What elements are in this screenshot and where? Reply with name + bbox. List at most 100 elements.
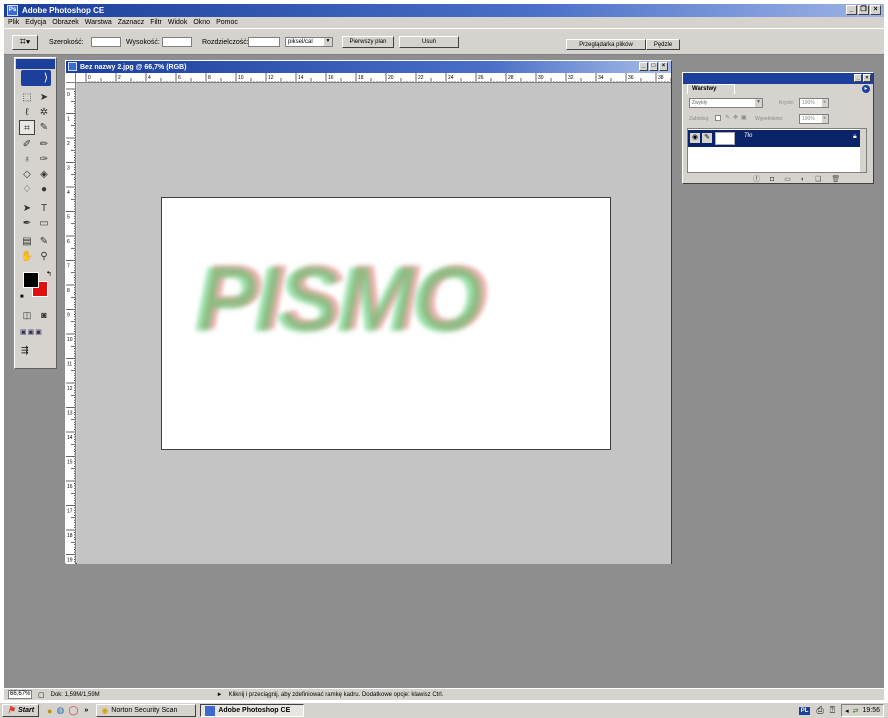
lock-all-icon[interactable]: ▣ bbox=[741, 114, 747, 121]
zoom-field[interactable]: 66,67% bbox=[8, 690, 32, 699]
crop-tool-preset-icon[interactable]: ⌗▾ bbox=[12, 35, 38, 50]
app-title-bar[interactable]: Ps Adobe Photoshop CE _ ❐ × bbox=[4, 4, 884, 17]
hand-tool-icon[interactable]: ✋ bbox=[19, 249, 35, 264]
eraser-tool-icon[interactable]: ◇ bbox=[19, 167, 35, 182]
screen-mode-icon[interactable]: ▣▣▣ bbox=[20, 328, 53, 338]
menu-item-filtr[interactable]: Filtr bbox=[150, 19, 162, 26]
default-colors-icon[interactable]: ■ bbox=[20, 294, 24, 300]
notes-tool-icon[interactable]: ▤ bbox=[19, 234, 35, 249]
printer-icon[interactable]: ⎙ bbox=[816, 705, 823, 716]
layers-palette-header[interactable]: _ × bbox=[683, 73, 873, 84]
marquee-tool-icon[interactable]: ⬚ bbox=[19, 90, 35, 105]
doc-maximize-button[interactable]: □ bbox=[649, 62, 658, 71]
opacity-field[interactable]: 100% ▸ bbox=[799, 98, 829, 108]
document-title-bar[interactable]: Bez nazwy 2.jpg @ 66,7% (RGB) _ □ × bbox=[66, 61, 671, 73]
menu-item-obrazek[interactable]: Obrazek bbox=[52, 19, 78, 26]
dodge-tool-icon[interactable]: ● bbox=[36, 182, 52, 197]
menu-item-pomoc[interactable]: Pomoc bbox=[216, 19, 238, 26]
start-button[interactable]: ⚑ Start bbox=[2, 704, 40, 717]
palette-minimize-button[interactable]: _ bbox=[854, 74, 862, 82]
pen-tool-icon[interactable]: ✒ bbox=[19, 216, 35, 231]
resolution-unit-select[interactable]: piksel/cal ▼ bbox=[285, 37, 333, 47]
minimize-button[interactable]: _ bbox=[846, 5, 857, 15]
doc-close-button[interactable]: × bbox=[659, 62, 668, 71]
new-set-icon[interactable]: ▭ bbox=[784, 175, 791, 183]
menu-item-plik[interactable]: Plik bbox=[8, 19, 19, 26]
trash-icon[interactable]: 🗑︎ bbox=[831, 175, 840, 183]
quicklaunch-more[interactable]: » bbox=[84, 707, 88, 714]
resolution-field[interactable] bbox=[248, 37, 280, 47]
width-field[interactable] bbox=[91, 37, 121, 47]
zoom-tool-icon[interactable]: ⚲ bbox=[36, 249, 52, 264]
horizontal-ruler[interactable]: 0 2 4 6 8 10 12 14 16 18 20 22 24 26 28 30 32 34 36 38 bbox=[76, 73, 671, 83]
canvas-area[interactable]: PISMO PISMO PISMO bbox=[77, 83, 671, 564]
slice-tool-icon[interactable]: ✎ bbox=[36, 120, 52, 135]
blur-tool-icon[interactable]: ♢ bbox=[19, 182, 35, 197]
blend-mode-select[interactable]: Zwykły ▼ bbox=[689, 98, 763, 108]
palette-close-button[interactable]: × bbox=[863, 74, 871, 82]
lock-move-icon[interactable]: ✥ bbox=[733, 114, 738, 121]
network-icon[interactable]: ⇄ bbox=[853, 707, 859, 715]
help-icon[interactable]: ⍰ bbox=[830, 705, 835, 716]
vertical-ruler[interactable]: 0 1 2 3 4 5 6 7 8 9 10 11 12 13 14 15 16 17 18 19 bbox=[66, 83, 76, 564]
volume-icon[interactable]: ◂ bbox=[845, 707, 849, 715]
adobe-online-icon[interactable]: ⟩ bbox=[21, 70, 51, 86]
type-tool-icon[interactable]: T bbox=[36, 201, 52, 216]
menu-item-edycja[interactable]: Edycja bbox=[25, 19, 46, 26]
tab-file-browser[interactable]: Przeglądarka plików bbox=[566, 39, 646, 50]
image-canvas[interactable]: PISMO PISMO PISMO bbox=[161, 197, 611, 450]
toolbox-header[interactable] bbox=[16, 59, 55, 69]
eye-icon[interactable]: ◉ bbox=[690, 133, 700, 143]
palette-menu-icon[interactable]: ▸ bbox=[862, 85, 870, 93]
page-icon[interactable]: ▢ bbox=[38, 691, 45, 699]
layer-mask-icon[interactable]: ◘ bbox=[770, 176, 774, 183]
menu-item-zaznacz[interactable]: Zaznacz bbox=[118, 19, 144, 26]
clock[interactable]: 19:56 bbox=[862, 707, 880, 714]
task-adobe-photoshop[interactable]: Adobe Photoshop CE bbox=[200, 704, 305, 717]
ruler-corner[interactable] bbox=[66, 73, 76, 83]
new-layer-icon[interactable]: ❑ bbox=[815, 175, 821, 183]
language-indicator[interactable]: PL bbox=[798, 706, 811, 715]
lock-transparency-checkbox[interactable] bbox=[715, 115, 721, 121]
fill-field[interactable]: 100% ▸ bbox=[799, 114, 829, 124]
healing-brush-icon[interactable]: ✐ bbox=[19, 137, 35, 152]
clear-button[interactable]: Usuń bbox=[399, 36, 459, 48]
layers-scrollbar[interactable] bbox=[860, 129, 866, 172]
eyedropper-icon[interactable]: ✎ bbox=[36, 234, 52, 249]
move-tool-icon[interactable]: ➤ bbox=[36, 90, 52, 105]
layer-style-icon[interactable]: ⓕ bbox=[753, 174, 760, 184]
quicklaunch-browser-icon[interactable]: ◍ bbox=[56, 705, 64, 716]
quicklaunch-opera-icon[interactable]: ◯ bbox=[68, 705, 78, 716]
quick-mask-icon[interactable]: ◙ bbox=[36, 308, 52, 323]
history-brush-icon[interactable]: ✑ bbox=[36, 152, 52, 167]
lasso-tool-icon[interactable]: ℓ bbox=[19, 105, 35, 120]
menu-item-okno[interactable]: Okno bbox=[193, 19, 210, 26]
foreground-color-swatch[interactable] bbox=[23, 272, 39, 288]
doc-info[interactable]: Dok: 1,59M/1,59M bbox=[51, 692, 151, 698]
standard-mode-icon[interactable]: ◫ bbox=[19, 308, 35, 323]
adjustment-layer-icon[interactable]: ◐ bbox=[801, 176, 805, 183]
quicklaunch-norton-icon[interactable]: ● bbox=[47, 706, 52, 716]
clone-stamp-icon[interactable]: ♁ bbox=[19, 152, 35, 167]
menu-item-warstwa[interactable]: Warstwa bbox=[85, 19, 112, 26]
menu-item-widok[interactable]: Widok bbox=[168, 19, 187, 26]
lock-paint-icon[interactable]: ✎ bbox=[725, 114, 730, 121]
swap-colors-icon[interactable]: ↰ bbox=[46, 270, 52, 278]
brush-link-icon[interactable]: ✎ bbox=[702, 133, 712, 143]
restore-button[interactable]: ❐ bbox=[858, 5, 869, 15]
magic-wand-icon[interactable]: ✲ bbox=[36, 105, 52, 120]
doc-minimize-button[interactable]: _ bbox=[639, 62, 648, 71]
crop-tool-icon[interactable]: ⌗ bbox=[19, 120, 35, 135]
path-selection-icon[interactable]: ➤ bbox=[19, 201, 35, 216]
jump-to-imageready-icon[interactable]: ⇶ bbox=[21, 345, 53, 357]
layer-row-background[interactable]: ◉ ✎ Tło 🔒︎ bbox=[688, 130, 862, 147]
tab-layers[interactable]: Warstwy bbox=[687, 84, 735, 94]
close-button[interactable]: × bbox=[870, 5, 881, 15]
height-field[interactable] bbox=[162, 37, 192, 47]
tab-brushes[interactable]: Pędzle bbox=[646, 39, 680, 50]
brush-tool-icon[interactable]: ✏ bbox=[36, 137, 52, 152]
shape-tool-icon[interactable]: ▭ bbox=[36, 216, 52, 231]
task-norton-security-scan[interactable]: ◉ Norton Security Scan bbox=[96, 704, 197, 717]
gradient-tool-icon[interactable]: ◈ bbox=[36, 167, 52, 182]
front-image-button[interactable]: Pierwszy plan bbox=[342, 36, 394, 48]
